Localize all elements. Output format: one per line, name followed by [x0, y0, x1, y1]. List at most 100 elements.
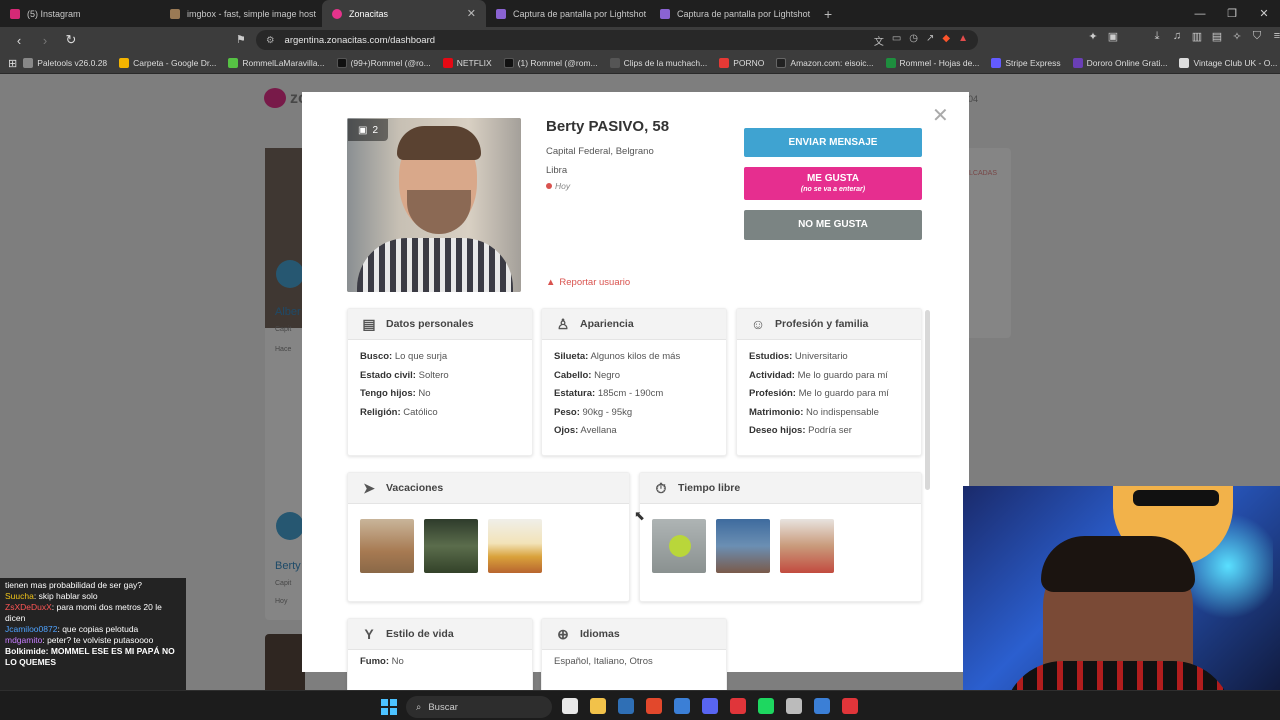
field-row: Busco: Lo que surja [360, 351, 448, 362]
section-vacations: ➤ Vacaciones [347, 472, 630, 602]
field-row: Religión: Católico [360, 406, 438, 418]
history-icon[interactable]: ◷ [909, 33, 918, 48]
minimize-icon[interactable]: — [1184, 8, 1216, 20]
reload-icon[interactable]: ↻ [60, 32, 82, 48]
new-tab-button[interactable]: + [814, 6, 842, 22]
forward-icon[interactable]: › [34, 33, 56, 48]
search-icon: ⌕ [416, 701, 422, 713]
paper-plane-icon: ➤ [363, 479, 375, 496]
send-message-button[interactable]: ENVIAR MENSAJE [744, 128, 922, 157]
wallet-icon[interactable]: ▤ [1210, 30, 1224, 43]
bookmark-item[interactable]: Carpeta - Google Dr... [113, 58, 222, 68]
section-title: Datos personales [386, 318, 474, 330]
field-row: Fumo: No [360, 656, 404, 667]
brave-shield-icon[interactable]: ◆ [942, 33, 950, 48]
bookmark-item[interactable]: RommelLaMaravilla... [222, 58, 330, 68]
close-icon[interactable]: ✕ [932, 106, 949, 126]
dislike-button[interactable]: NO ME GUSTA [744, 210, 922, 240]
bookmark-item[interactable]: Clips de la muchach... [604, 58, 714, 68]
app-icon[interactable] [786, 698, 802, 714]
spotify-icon[interactable] [758, 698, 774, 714]
tab-imgbox[interactable]: imgbox - fast, simple image host [160, 0, 322, 27]
windows-start-icon[interactable] [381, 699, 397, 715]
bookmark-item[interactable]: Paletools v26.0.28 [17, 58, 113, 68]
bookmark-icon[interactable]: ⚑ [236, 33, 246, 46]
webcam-overlay [963, 486, 1280, 720]
hobby-tennis-image[interactable] [652, 519, 706, 573]
field-row: Ojos: Avellana [554, 425, 617, 436]
online-status: Hoy [546, 181, 570, 191]
report-user-link[interactable]: ▲ Reportar usuario [546, 277, 630, 288]
chrome-icon[interactable] [842, 698, 858, 714]
mouse-cursor-icon: ⬉ [634, 508, 645, 523]
site-info-icon[interactable]: ⚙ [266, 35, 275, 46]
tab-instagram[interactable]: (5) Instagram [0, 0, 160, 27]
modal-scrollbar[interactable] [925, 310, 930, 490]
leo-icon[interactable]: ✧ [1230, 30, 1244, 43]
vintage-club-icon [1179, 58, 1190, 68]
vacation-forest-path-image[interactable] [424, 519, 478, 573]
steam-icon[interactable] [618, 698, 634, 714]
hobby-cycling-image[interactable] [716, 519, 770, 573]
dororo-icon [1072, 58, 1083, 68]
bookmark-item[interactable]: Rommel - Hojas de... [880, 58, 986, 68]
maximize-icon[interactable]: ❐ [1216, 7, 1248, 20]
people-icon: ☺ [750, 316, 766, 332]
netflix-icon [442, 58, 453, 68]
section-title: Profesión y familia [775, 318, 869, 330]
like-button[interactable]: ME GUSTA (no se va a enterar) [744, 167, 922, 200]
share-icon[interactable]: ↗ [926, 33, 934, 48]
url-bar[interactable]: ⚙ argentina.zonacitas.com/dashboard 文 ▭ … [256, 30, 978, 50]
bookmark-item[interactable]: NETFLIX [437, 58, 498, 68]
bookmark-item[interactable]: Vintage Club UK - O... [1173, 58, 1280, 68]
screenshot-extension-icon[interactable]: ▣ [1106, 30, 1120, 43]
media-icon[interactable]: ♫ [1170, 30, 1184, 43]
brave-icon[interactable] [646, 698, 662, 714]
folder-icon[interactable] [590, 698, 606, 714]
vacation-buddha-temple-image[interactable] [488, 519, 542, 573]
photoshop-icon[interactable] [674, 698, 690, 714]
taskbar-apps [562, 698, 858, 714]
sheets-icon [885, 58, 896, 68]
tab-lightshot-1[interactable]: Captura de pantalla por Lightshot [486, 0, 650, 27]
profile-photo[interactable] [347, 118, 521, 292]
close-tab-icon[interactable]: ✕ [467, 7, 476, 20]
bookmark-item[interactable]: Stripe Express [985, 58, 1066, 68]
bookmark-item[interactable]: Amazon.com: eisoic... [770, 58, 879, 68]
status-dot-icon [546, 183, 552, 189]
bookmark-item[interactable]: (1) Rommel (@rom... [498, 58, 604, 68]
tab-lightshot-2[interactable]: Captura de pantalla por Lightshot [650, 0, 814, 27]
download-icon[interactable]: ⤓ [1150, 30, 1164, 43]
tab-zonacitas[interactable]: Zonacitas ✕ [322, 0, 486, 27]
file-explorer-icon[interactable] [562, 698, 578, 714]
warning-icon: ▲ [546, 277, 556, 288]
discord-icon[interactable] [702, 698, 718, 714]
profile-zodiac: Libra [546, 165, 568, 176]
steam-icon[interactable] [814, 698, 830, 714]
languages-value: Español, Italiano, Otros [554, 656, 653, 667]
cocktail-glass-icon: Y [364, 626, 374, 642]
close-window-icon[interactable]: ✕ [1248, 7, 1280, 20]
apps-grid-icon[interactable]: ⊞ [8, 57, 17, 70]
sidebar-icon[interactable]: ▥ [1190, 30, 1204, 43]
translate-icon[interactable]: 文 [874, 33, 884, 48]
section-title: Tiempo libre [678, 482, 741, 494]
vpn-icon[interactable]: ⛉ [1250, 30, 1264, 43]
section-languages: ⊕ Idiomas Español, Italiano, Otros [541, 618, 727, 698]
bookmark-item[interactable]: PORNO [713, 58, 770, 68]
hobby-reading-image[interactable] [780, 519, 834, 573]
opera-icon[interactable] [730, 698, 746, 714]
cast-icon[interactable]: ▭ [892, 33, 901, 48]
brave-rewards-icon[interactable]: ▲ [958, 33, 968, 48]
extensions-icon[interactable]: ✦ [1086, 30, 1100, 43]
vacation-colosseum-image[interactable] [360, 519, 414, 573]
field-row: Estatura: 185cm - 190cm [554, 388, 664, 399]
paletools-icon [23, 58, 34, 68]
photo-count-badge[interactable]: ▣ 2 [348, 119, 388, 141]
section-lifestyle: Y Estilo de vida Fumo: No [347, 618, 533, 698]
menu-icon[interactable]: ≡ [1270, 30, 1280, 43]
bookmark-item[interactable]: (99+)Rommel (@ro... [331, 58, 437, 68]
bookmark-item[interactable]: Dororo Online Grati... [1067, 58, 1174, 68]
taskbar-search[interactable]: ⌕ Buscar [406, 696, 552, 718]
back-icon[interactable]: ‹ [8, 33, 30, 48]
